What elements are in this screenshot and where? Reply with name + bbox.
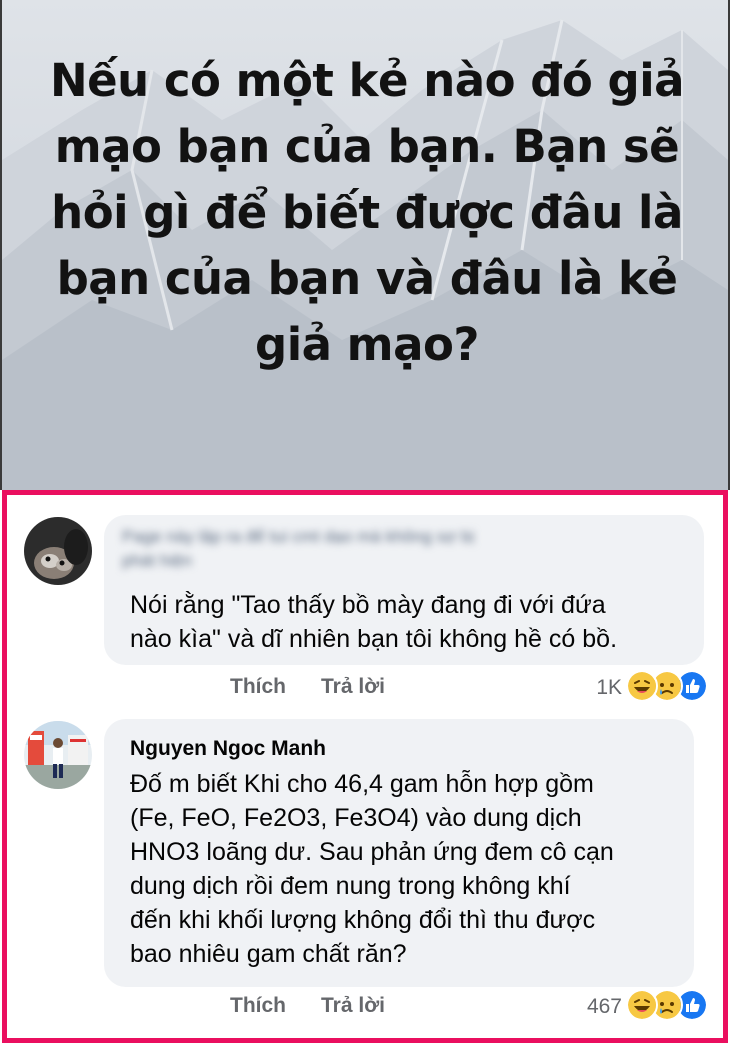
haha-icon xyxy=(626,989,658,1021)
avatar[interactable] xyxy=(24,721,92,789)
reaction-icons[interactable] xyxy=(626,989,718,1021)
reply-button[interactable]: Trả lời xyxy=(321,994,385,1018)
comment-text: Nói rằng "Tao thấy bồ mày đang đi với đứ… xyxy=(130,591,618,653)
reaction-icons[interactable] xyxy=(626,670,718,702)
comment-bubble: Nguyen Ngoc Manh Đố m biết Khi cho 46,4 … xyxy=(104,719,694,987)
avatar[interactable] xyxy=(24,517,92,585)
like-button[interactable]: Thích xyxy=(230,675,286,699)
reaction-count[interactable]: 467 xyxy=(562,995,622,1019)
comment-text: Đố m biết Khi cho 46,4 gam hỗn hợp gồm (… xyxy=(130,770,614,968)
comment-author-name[interactable]: Nguyen Ngoc Manh xyxy=(130,737,326,761)
like-button[interactable]: Thích xyxy=(230,994,286,1018)
reply-button[interactable]: Trả lời xyxy=(321,675,385,699)
comments-panel: Page này lập ra để tui cmt dạo mà không … xyxy=(2,490,728,1043)
post-banner: Nếu có một kẻ nào đó giả mạo bạn của bạn… xyxy=(0,0,730,490)
post-title: Nếu có một kẻ nào đó giả mạo bạn của bạn… xyxy=(49,54,685,371)
comment-bubble: Page này lập ra để tui cmt dạo mà không … xyxy=(104,515,704,665)
haha-icon xyxy=(626,670,658,702)
comment-author-blurred[interactable]: Page này lập ra để tui cmt dạo mà không … xyxy=(122,525,682,573)
reaction-count[interactable]: 1K xyxy=(567,676,622,700)
